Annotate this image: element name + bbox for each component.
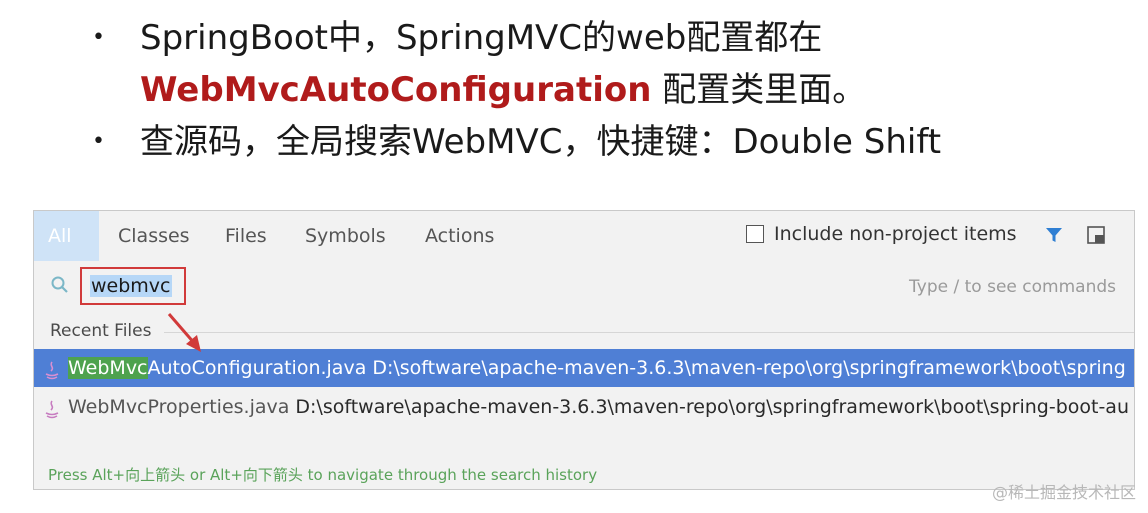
include-checkbox[interactable] [746, 225, 764, 243]
bullet-1: • SpringBoot中，SpringMVC的web配置都在 WebMvcAu… [90, 12, 941, 116]
include-non-project-toggle[interactable]: Include non-project items [746, 223, 1017, 245]
search-tabs: All Classes Files Symbols Actions Includ… [34, 211, 1134, 261]
search-icon [50, 275, 70, 299]
annotation-arrow-icon [167, 313, 201, 352]
search-input-value: webmvc [90, 275, 172, 297]
result-text: WebMvcProperties.java D:\software\apache-… [68, 388, 1129, 426]
bullet-1-text: SpringBoot中，SpringMVC的web配置都在 WebMvcAuto… [140, 12, 866, 116]
class-name-highlight: WebMvcAutoConfiguration [140, 70, 652, 110]
tab-all[interactable]: All [34, 211, 99, 261]
section-recent-files: Recent Files [50, 321, 152, 341]
bullet-1-line-1: SpringBoot中，SpringMVC的web配置都在 [140, 18, 823, 58]
filter-icon[interactable] [1044, 225, 1064, 249]
tab-symbols[interactable]: Symbols [305, 211, 386, 261]
bullet-dot: • [92, 129, 105, 154]
slide-bullets: • SpringBoot中，SpringMVC的web配置都在 WebMvcAu… [90, 12, 941, 168]
bullet-1-line-2-rest: 配置类里面。 [651, 70, 867, 110]
result-path: D:\software\apache-maven-3.6.3\maven-rep… [372, 357, 1126, 379]
include-label: Include non-project items [774, 223, 1017, 245]
bullet-1-line-2: WebMvcAutoConfiguration 配置类里面。 [140, 64, 866, 116]
tab-files[interactable]: Files [225, 211, 267, 261]
bullet-2: • 查源码，全局搜索WebMVC，快捷键：Double Shift [90, 116, 941, 168]
tab-classes[interactable]: Classes [118, 211, 190, 261]
java-file-icon [42, 396, 62, 434]
search-hint: Type / to see commands [909, 277, 1116, 297]
result-row[interactable]: WebMvcProperties.java D:\software\apache-… [34, 388, 1134, 426]
watermark: @稀土掘金技术社区 [991, 483, 1136, 502]
result-text: WebMvcAutoConfiguration.java D:\software\… [68, 349, 1126, 387]
tab-actions[interactable]: Actions [425, 211, 494, 261]
section-divider [164, 332, 1134, 333]
bullet-dot: • [92, 25, 105, 50]
result-file-name: WebMvcProperties.java [68, 396, 290, 418]
preview-panel-icon[interactable] [1086, 225, 1106, 249]
navigation-hint: Press Alt+向上箭头 or Alt+向下箭头 to navigate t… [48, 466, 598, 484]
result-file-name: AutoConfiguration.java [147, 357, 367, 379]
bullet-2-text: 查源码，全局搜索WebMVC，快捷键：Double Shift [140, 122, 942, 162]
result-path: D:\software\apache-maven-3.6.3\maven-rep… [295, 396, 1129, 418]
result-match: WebMvc [68, 357, 148, 379]
